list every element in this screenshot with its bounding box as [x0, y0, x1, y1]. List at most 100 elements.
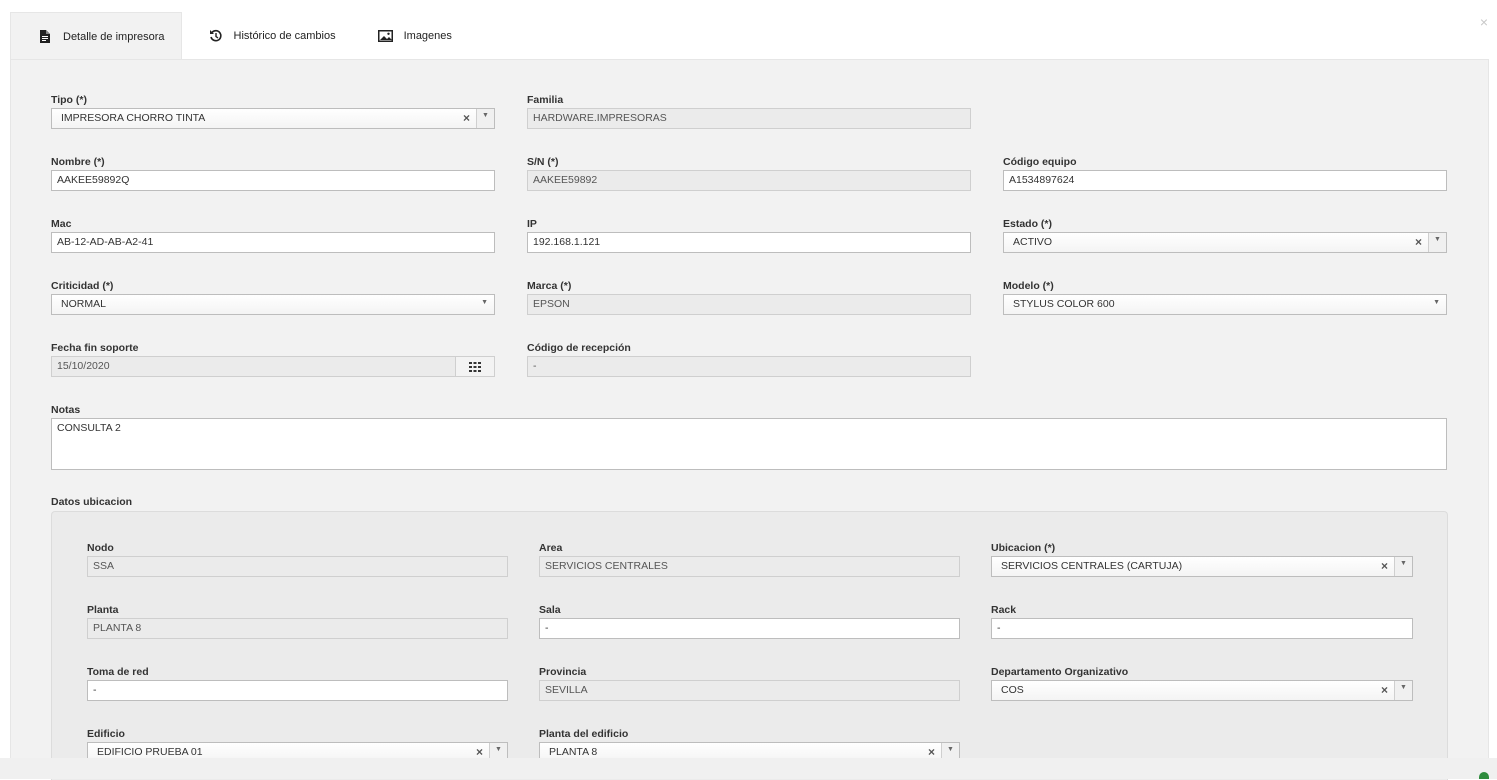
codigo-recepcion-field: -: [527, 356, 971, 377]
tab-label: Imagenes: [403, 30, 452, 42]
calendar-icon[interactable]: [455, 357, 494, 376]
field-mac: Mac AB-12-AD-AB-A2-41: [51, 218, 495, 253]
field-label: IP: [527, 218, 537, 230]
field-area: Area SERVICIOS CENTRALES: [539, 542, 960, 577]
codigo-equipo-input[interactable]: A1534897624: [1003, 170, 1447, 191]
field-ip: IP 192.168.1.121: [527, 218, 971, 253]
nombre-input[interactable]: AAKEE59892Q: [51, 170, 495, 191]
chevron-down-icon[interactable]: ▼: [481, 295, 488, 314]
field-label: Modelo (*): [1003, 280, 1054, 292]
select-value: STYLUS COLOR 600: [1013, 298, 1115, 310]
select-value: ACTIVO: [1013, 236, 1053, 248]
estado-select[interactable]: ACTIVO × ▼: [1003, 232, 1447, 253]
field-label: Mac: [51, 218, 72, 230]
provincia-field: SEVILLA: [539, 680, 960, 701]
field-label: Notas: [51, 404, 81, 416]
select-value: IMPRESORA CHORRO TINTA: [61, 112, 206, 124]
field-label: Código equipo: [1003, 156, 1077, 168]
planta-field: PLANTA 8: [87, 618, 508, 639]
field-label: Marca (*): [527, 280, 572, 292]
field-label: Rack: [991, 604, 1017, 616]
departamento-select[interactable]: COS × ▼: [991, 680, 1413, 701]
fecha-fin-soporte-input[interactable]: 15/10/2020: [51, 356, 495, 377]
close-icon[interactable]: ×: [1480, 14, 1488, 30]
tab-label: Histórico de cambios: [233, 30, 336, 42]
field-nodo: Nodo SSA: [87, 542, 508, 577]
document-icon: [37, 29, 53, 45]
field-tipo: Tipo (*) IMPRESORA CHORRO TINTA × ▼: [51, 94, 495, 129]
toma-red-input[interactable]: -: [87, 680, 508, 701]
field-notas: Notas CONSULTA 2: [51, 404, 1447, 470]
select-value: SERVICIOS CENTRALES (CARTUJA): [1001, 560, 1183, 572]
field-label: Planta del edificio: [539, 728, 629, 740]
field-criticidad: Criticidad (*) NORMAL ▼: [51, 280, 495, 315]
field-rack: Rack -: [991, 604, 1413, 639]
tab-imagenes[interactable]: Imagenes: [352, 12, 468, 60]
ip-input[interactable]: 192.168.1.121: [527, 232, 971, 253]
mac-input[interactable]: AB-12-AD-AB-A2-41: [51, 232, 495, 253]
field-label: Estado (*): [1003, 218, 1053, 230]
clear-icon[interactable]: ×: [463, 109, 470, 128]
chevron-down-icon[interactable]: ▼: [1394, 557, 1412, 576]
field-label: Nodo: [87, 542, 114, 554]
modelo-select[interactable]: STYLUS COLOR 600 ▼: [1003, 294, 1447, 315]
field-sn: S/N (*) AAKEE59892: [527, 156, 971, 191]
field-provincia: Provincia SEVILLA: [539, 666, 960, 701]
tipo-select[interactable]: IMPRESORA CHORRO TINTA × ▼: [51, 108, 495, 129]
field-departamento: Departamento Organizativo COS × ▼: [991, 666, 1413, 701]
field-label: Tipo (*): [51, 94, 87, 106]
field-label: Toma de red: [87, 666, 149, 678]
tab-detalle-impresora[interactable]: Detalle de impresora: [10, 12, 182, 60]
area-field: SERVICIOS CENTRALES: [539, 556, 960, 577]
select-value: EDIFICIO PRUEBA 01: [97, 746, 203, 758]
rack-input[interactable]: -: [991, 618, 1413, 639]
field-label: Sala: [539, 604, 561, 616]
field-label: Código de recepción: [527, 342, 631, 354]
criticidad-select[interactable]: NORMAL ▼: [51, 294, 495, 315]
ubicacion-group: Nodo SSA Area SERVICIOS CENTRALES Ubicac…: [51, 511, 1448, 780]
status-indicator-icon: [1479, 772, 1489, 779]
field-label: Fecha fin soporte: [51, 342, 139, 354]
chevron-down-icon[interactable]: ▼: [1394, 681, 1412, 700]
field-label: Departamento Organizativo: [991, 666, 1129, 678]
field-label: Ubicacion (*): [991, 542, 1056, 554]
field-label: Planta: [87, 604, 119, 616]
sala-input[interactable]: -: [539, 618, 960, 639]
field-nombre: Nombre (*) AAKEE59892Q: [51, 156, 495, 191]
select-value: NORMAL: [61, 298, 106, 310]
clear-icon[interactable]: ×: [1415, 233, 1422, 252]
field-label: Criticidad (*): [51, 280, 114, 292]
familia-field: HARDWARE.IMPRESORAS: [527, 108, 971, 129]
field-label: Provincia: [539, 666, 587, 678]
ubicacion-select[interactable]: SERVICIOS CENTRALES (CARTUJA) × ▼: [991, 556, 1413, 577]
select-value: COS: [1001, 684, 1024, 696]
field-codigo-recepcion: Código de recepción -: [527, 342, 971, 377]
field-label: Edificio: [87, 728, 125, 740]
field-estado: Estado (*) ACTIVO × ▼: [1003, 218, 1447, 253]
field-ubicacion: Ubicacion (*) SERVICIOS CENTRALES (CARTU…: [991, 542, 1413, 577]
nodo-field: SSA: [87, 556, 508, 577]
image-icon: [378, 28, 394, 44]
field-marca: Marca (*) EPSON: [527, 280, 971, 315]
tab-historico-cambios[interactable]: Histórico de cambios: [182, 12, 352, 60]
field-label: Area: [539, 542, 563, 554]
select-value: PLANTA 8: [549, 746, 598, 758]
section-title: Datos ubicacion: [51, 496, 133, 508]
history-icon: [208, 28, 224, 44]
chevron-down-icon[interactable]: ▼: [1428, 233, 1446, 252]
chevron-down-icon[interactable]: ▼: [1433, 295, 1440, 314]
form-panel: Tipo (*) IMPRESORA CHORRO TINTA × ▼ Fami…: [10, 59, 1489, 780]
clear-icon[interactable]: ×: [1381, 681, 1388, 700]
field-label: S/N (*): [527, 156, 559, 168]
clear-icon[interactable]: ×: [1381, 557, 1388, 576]
chevron-down-icon[interactable]: ▼: [476, 109, 494, 128]
marca-field: EPSON: [527, 294, 971, 315]
field-sala: Sala -: [539, 604, 960, 639]
field-modelo: Modelo (*) STYLUS COLOR 600 ▼: [1003, 280, 1447, 315]
sn-field: AAKEE59892: [527, 170, 971, 191]
notas-textarea[interactable]: CONSULTA 2: [51, 418, 1447, 470]
tab-bar: Detalle de impresora Histórico de cambio…: [10, 12, 468, 60]
field-toma-red: Toma de red -: [87, 666, 508, 701]
field-familia: Familia HARDWARE.IMPRESORAS: [527, 94, 971, 129]
field-codigo-equipo: Código equipo A1534897624: [1003, 156, 1447, 191]
